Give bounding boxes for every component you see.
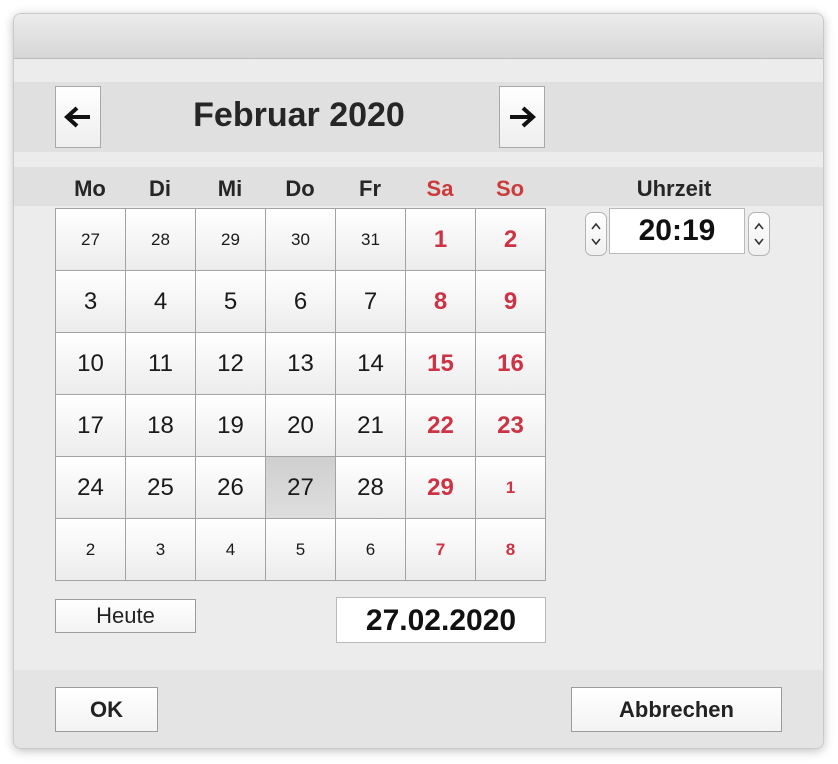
day-cell[interactable]: 10: [56, 333, 126, 395]
day-cell-selected[interactable]: 27: [266, 457, 336, 519]
date-field[interactable]: 27.02.2020: [336, 597, 546, 643]
stepper-arrows-icon: [591, 222, 601, 246]
time-field[interactable]: 20:19: [609, 208, 745, 254]
day-cell[interactable]: 15: [406, 333, 476, 395]
weekday-label: So: [495, 176, 525, 201]
day-cell[interactable]: 8: [476, 519, 546, 581]
day-cell[interactable]: 8: [406, 271, 476, 333]
prev-month-button[interactable]: [55, 86, 101, 148]
day-cell[interactable]: 18: [126, 395, 196, 457]
arrow-right-icon: [510, 106, 536, 128]
day-cell[interactable]: 13: [266, 333, 336, 395]
day-cell[interactable]: 28: [336, 457, 406, 519]
day-cell[interactable]: 7: [336, 271, 406, 333]
day-cell[interactable]: 31: [336, 209, 406, 271]
weekday-label: Mo: [74, 176, 106, 201]
weekday-label: Sa: [426, 176, 454, 201]
day-cell[interactable]: 2: [476, 209, 546, 271]
day-cell[interactable]: 24: [56, 457, 126, 519]
day-cell[interactable]: 9: [476, 271, 546, 333]
day-cell[interactable]: 14: [336, 333, 406, 395]
weekday-label: Di: [149, 176, 171, 201]
today-button[interactable]: Heute: [55, 599, 196, 633]
day-cell[interactable]: 22: [406, 395, 476, 457]
day-cell[interactable]: 30: [266, 209, 336, 271]
day-cell[interactable]: 3: [56, 271, 126, 333]
day-cell[interactable]: 29: [406, 457, 476, 519]
day-cell[interactable]: 21: [336, 395, 406, 457]
weekday-label: Do: [285, 176, 315, 201]
ok-button[interactable]: OK: [55, 687, 158, 732]
day-cell[interactable]: 6: [266, 271, 336, 333]
day-cell[interactable]: 4: [196, 519, 266, 581]
cancel-button[interactable]: Abbrechen: [571, 687, 782, 732]
title-bar[interactable]: [14, 14, 823, 59]
day-cell[interactable]: 20: [266, 395, 336, 457]
day-cell[interactable]: 3: [126, 519, 196, 581]
month-title: Februar 2020: [193, 96, 405, 134]
day-cell[interactable]: 19: [196, 395, 266, 457]
day-cell[interactable]: 27: [56, 209, 126, 271]
day-cell[interactable]: 11: [126, 333, 196, 395]
day-cell[interactable]: 25: [126, 457, 196, 519]
day-cell[interactable]: 6: [336, 519, 406, 581]
stepper-arrows-icon: [754, 222, 764, 246]
calendar-grid: 27 28 29 30 31 1 2 3 4 5 6 7 8 9 10 11 12 13 14 15 16 17 18 19 2…: [55, 208, 546, 581]
day-cell[interactable]: 1: [406, 209, 476, 271]
weekday-label: Fr: [359, 176, 381, 201]
day-cell[interactable]: 12: [196, 333, 266, 395]
day-cell[interactable]: 16: [476, 333, 546, 395]
next-month-button[interactable]: [499, 86, 545, 148]
time-label: Uhrzeit: [636, 176, 712, 201]
day-cell[interactable]: 5: [196, 271, 266, 333]
day-cell[interactable]: 5: [266, 519, 336, 581]
hour-stepper[interactable]: [585, 212, 607, 256]
day-cell[interactable]: 4: [126, 271, 196, 333]
day-cell[interactable]: 29: [196, 209, 266, 271]
day-cell[interactable]: 2: [56, 519, 126, 581]
date-picker-window: Februar 2020 Mo Di Mi Do Fr Sa So Uhrzeit 27 28…: [13, 13, 824, 749]
day-cell[interactable]: 17: [56, 395, 126, 457]
minute-stepper[interactable]: [748, 212, 770, 256]
day-cell[interactable]: 28: [126, 209, 196, 271]
day-cell[interactable]: 23: [476, 395, 546, 457]
day-cell[interactable]: 1: [476, 457, 546, 519]
day-cell[interactable]: 26: [196, 457, 266, 519]
weekday-label: Mi: [217, 176, 243, 201]
arrow-left-icon: [64, 106, 90, 128]
day-cell[interactable]: 7: [406, 519, 476, 581]
